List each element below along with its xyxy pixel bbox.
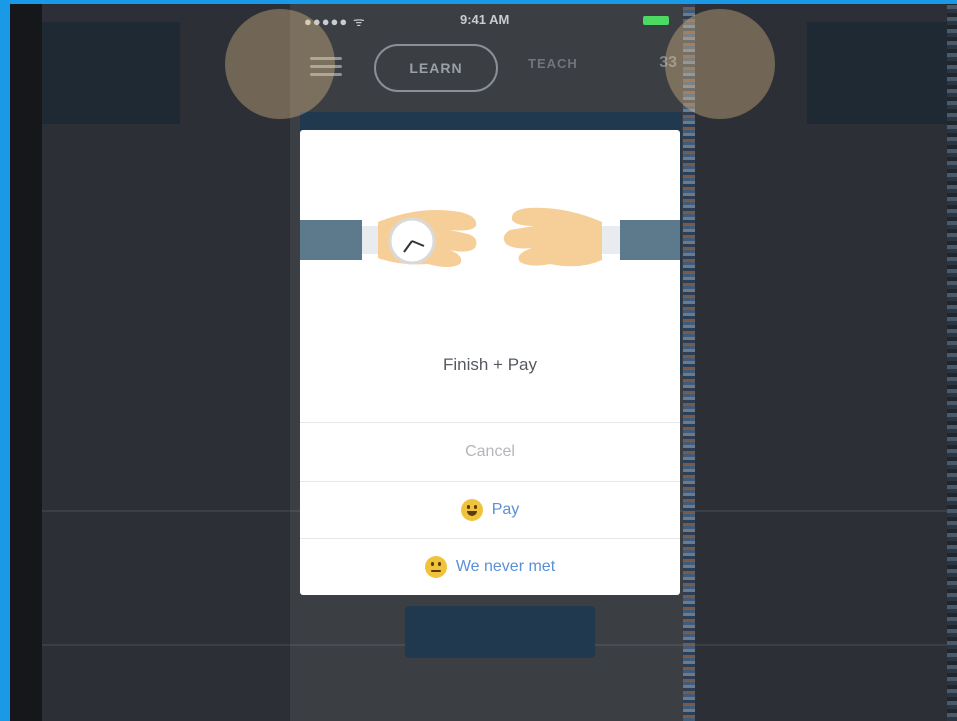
background-hands-illustration (225, 9, 775, 119)
right-sleeve (620, 220, 680, 260)
divider (42, 644, 300, 646)
divider (300, 422, 680, 423)
divider (695, 510, 947, 512)
screen-artifact-strip (947, 4, 957, 721)
we-never-met-label: We never met (455, 558, 556, 575)
cancel-button[interactable]: Cancel (300, 424, 680, 480)
dialog-title: Finish + Pay (442, 355, 537, 374)
we-never-met-button[interactable]: We never met (300, 539, 680, 595)
cancel-label: Cancel (465, 443, 515, 460)
watch-icon (388, 217, 436, 265)
pay-button[interactable]: Pay (300, 482, 680, 538)
divider (695, 644, 947, 646)
pay-label: Pay (491, 501, 520, 518)
background-header-block (42, 22, 180, 124)
right-hand-icon (503, 207, 602, 267)
handshake-illustration (300, 207, 680, 267)
primary-action-button[interactable] (405, 606, 595, 658)
left-sleeve (300, 220, 362, 260)
background-header-block (807, 22, 947, 124)
neutral-face-icon (424, 556, 447, 578)
finish-pay-dialog: Finish + Pay Cancel Pay We never met (300, 130, 680, 595)
divider (42, 510, 300, 512)
happy-face-icon (460, 499, 483, 521)
